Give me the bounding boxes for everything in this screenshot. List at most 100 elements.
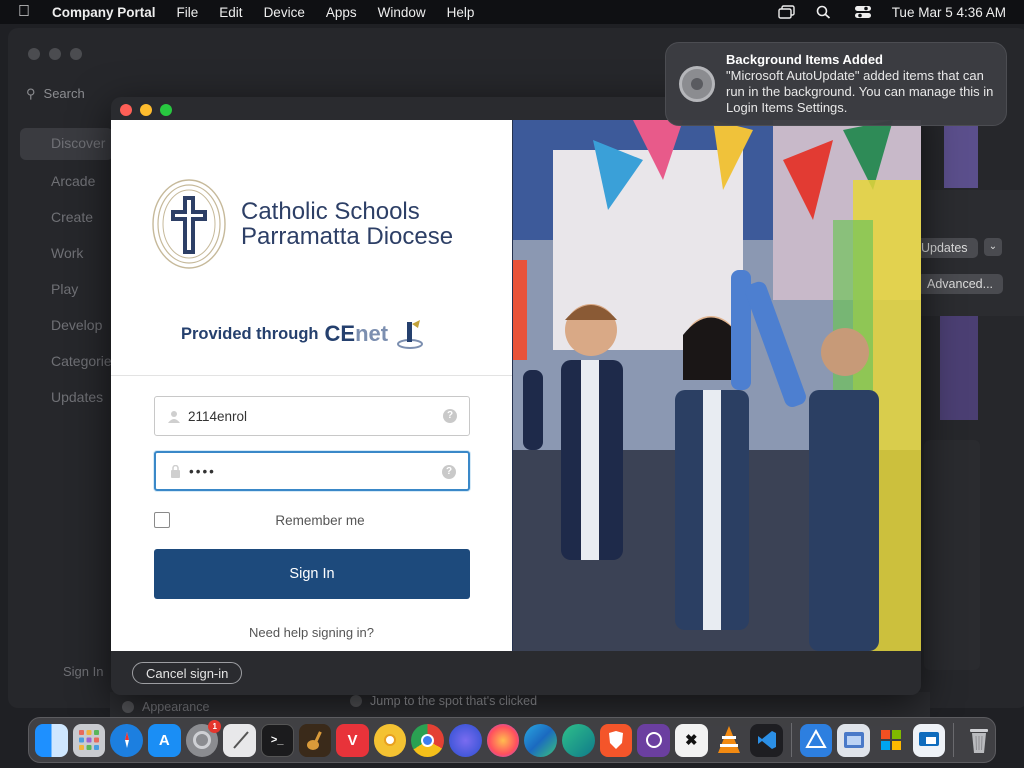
system-settings-icon[interactable]: 1 — [185, 719, 222, 757]
brave-icon[interactable] — [599, 723, 633, 757]
zoom-window-button[interactable] — [160, 104, 172, 116]
xcode-tools-icon[interactable] — [799, 723, 833, 757]
radio-icon[interactable] — [350, 695, 362, 707]
password-field[interactable]: ? — [154, 451, 470, 491]
chrome-icon[interactable] — [411, 723, 445, 757]
chevron-down-icon[interactable]: ⌄ — [984, 238, 1002, 256]
cancel-sign-in-button[interactable]: Cancel sign-in — [132, 662, 243, 684]
appearance-icon — [122, 701, 134, 713]
org-name-line-1: Catholic Schools — [241, 198, 420, 225]
provided-through: Provided through CEnet — [181, 318, 424, 350]
dock-separator — [790, 723, 792, 757]
background-sign-in[interactable]: Sign In — [63, 664, 103, 679]
apple-menu-icon[interactable]:  — [18, 3, 40, 21]
background-panel — [924, 440, 980, 670]
chrome-canary-center-icon — [384, 734, 397, 746]
terminal-icon[interactable]: >_ — [260, 723, 294, 757]
capcut-icon[interactable]: ✖ — [674, 723, 708, 757]
edge-icon[interactable] — [524, 723, 557, 757]
sidebar-item-arcade[interactable]: Arcade — [51, 173, 95, 189]
appearance-item[interactable]: Appearance — [122, 700, 209, 714]
app-store-icon[interactable]: A — [147, 723, 181, 757]
cenet-logo-net: net — [355, 321, 389, 346]
menu-clock[interactable]: Tue Mar 5 4:36 AM — [892, 5, 1006, 20]
sidebar-item-develop[interactable]: Develop — [51, 317, 102, 333]
password-input[interactable] — [189, 463, 429, 479]
notification-banner[interactable]: Background Items Added "Microsoft AutoUp… — [665, 42, 1007, 126]
firefox-developer-icon[interactable] — [449, 723, 482, 757]
org-name: Catholic Schools Parramatta Diocese — [241, 199, 453, 249]
user-icon — [167, 409, 181, 423]
company-portal-window: Catholic Schools Parramatta Diocese Prov… — [111, 97, 921, 695]
sidebar-item-create[interactable]: Create — [51, 209, 93, 225]
username-help-icon[interactable]: ? — [443, 409, 457, 423]
menu-edit[interactable]: Edit — [219, 5, 242, 20]
launchpad-icon[interactable] — [72, 723, 106, 757]
menu-help[interactable]: Help — [447, 5, 475, 20]
dock: A 1 >_ V ✖ — [28, 717, 996, 763]
remember-me-checkbox[interactable] — [154, 512, 170, 528]
username-input[interactable] — [188, 408, 428, 424]
window-controls — [120, 104, 172, 116]
firefox-icon[interactable] — [486, 723, 520, 757]
menu-file[interactable]: File — [177, 5, 199, 20]
lock-icon — [168, 464, 182, 478]
notification-title: Background Items Added — [726, 52, 883, 67]
vlc-icon[interactable] — [713, 724, 746, 757]
jump-option[interactable]: Jump to the spot that's clicked — [350, 694, 537, 708]
installer-icon[interactable] — [875, 724, 908, 757]
menu-bar:  Company Portal File Edit Device Apps W… — [0, 0, 1024, 24]
background-window-controls — [28, 48, 82, 60]
org-logo: Catholic Schools Parramatta Diocese — [151, 178, 453, 270]
vivaldi-icon[interactable]: V — [336, 723, 369, 757]
remote-desktop-icon[interactable] — [912, 723, 946, 757]
settings-gear-icon — [192, 731, 211, 749]
sidebar-item-categories[interactable]: Categories — [51, 353, 119, 369]
settings-badge: 1 — [208, 719, 222, 733]
screen-mirroring-icon[interactable] — [777, 5, 796, 19]
login-panel: Catholic Schools Parramatta Diocese Prov… — [111, 120, 512, 661]
script-editor-icon[interactable] — [223, 723, 256, 757]
help-link[interactable]: Need help signing in? — [111, 625, 512, 640]
cross-crest-icon — [152, 179, 226, 269]
edge-canary-icon[interactable] — [561, 723, 595, 757]
minimize-window-button[interactable] — [140, 104, 152, 116]
cenet-logo-ce: CE — [324, 321, 356, 346]
close-window-button[interactable] — [120, 104, 132, 116]
menu-device[interactable]: Device — [264, 5, 305, 20]
sidebar-item-work[interactable]: Work — [51, 245, 83, 261]
provided-through-label: Provided through — [181, 324, 319, 343]
advanced-button[interactable]: Advanced... — [917, 274, 1004, 294]
window-footer: Cancel sign-in — [111, 651, 921, 695]
username-field[interactable]: ? — [154, 396, 470, 436]
background-artwork-2 — [940, 316, 978, 420]
background-artwork — [944, 126, 978, 188]
sidebar-item-play[interactable]: Play — [51, 281, 78, 297]
background-search[interactable]: ⚲ Search — [26, 86, 85, 102]
vscode-icon[interactable] — [750, 723, 783, 757]
sidebar-item-discover[interactable]: Discover — [20, 128, 113, 160]
remember-me-row: Remember me — [154, 512, 470, 528]
sidebar-item-updates[interactable]: Updates — [51, 389, 103, 405]
remember-me-label[interactable]: Remember me — [170, 513, 470, 528]
trash-icon[interactable] — [962, 724, 995, 757]
sign-in-button[interactable]: Sign In — [154, 549, 470, 599]
cenet-logo-icon — [397, 320, 424, 349]
password-help-icon[interactable]: ? — [442, 465, 456, 479]
gear-icon — [679, 66, 715, 102]
menu-app-name[interactable]: Company Portal — [52, 5, 156, 20]
tor-browser-icon[interactable] — [637, 723, 670, 757]
spotlight-search-icon[interactable] — [816, 5, 834, 19]
org-name-line-2: Parramatta Diocese — [241, 223, 454, 250]
preview-icon[interactable] — [837, 723, 871, 757]
menu-apps[interactable]: Apps — [326, 5, 357, 20]
finder-icon[interactable] — [35, 723, 68, 757]
garageband-icon[interactable] — [298, 723, 332, 757]
chrome-center-icon — [421, 733, 435, 747]
safari-icon[interactable] — [110, 723, 143, 757]
cenet-logo: CEnet — [325, 321, 389, 347]
tor-onion-icon — [645, 732, 662, 748]
chrome-canary-icon[interactable] — [373, 723, 407, 757]
control-center-icon[interactable] — [854, 5, 872, 19]
menu-window[interactable]: Window — [378, 5, 426, 20]
